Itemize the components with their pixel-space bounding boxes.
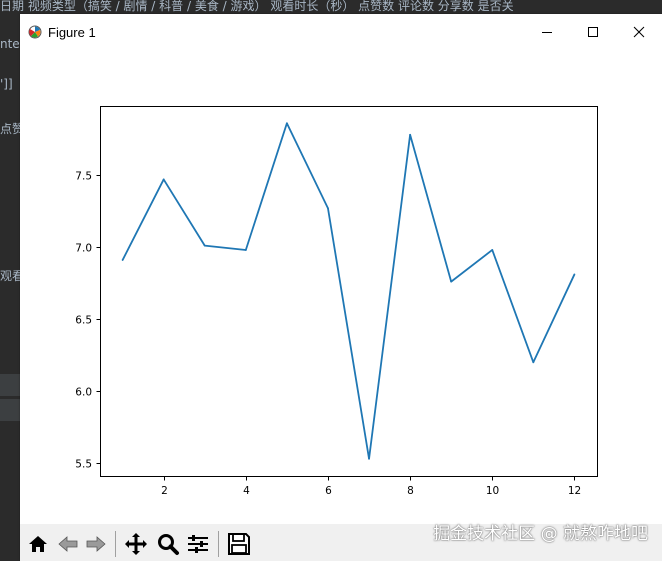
- line-chart: 2 4 6 8 10 12 5.5 6.0 6.5 7.0 7.5: [75, 106, 598, 497]
- x-tick-label: 12: [568, 485, 581, 497]
- watermark: 掘金技术社区 @ 就熬咋地吧: [433, 524, 648, 544]
- toolbar-separator: [218, 531, 219, 557]
- data-point: [203, 244, 206, 247]
- y-axis: 5.5 6.0 6.5 7.0 7.5: [75, 171, 101, 471]
- series-group: [121, 122, 576, 460]
- zoom-button[interactable]: [154, 531, 182, 557]
- close-icon: [633, 26, 645, 38]
- background-highlight-block: [0, 399, 20, 421]
- data-point: [491, 249, 494, 251]
- x-tick-label: 6: [325, 485, 332, 497]
- y-tick-label: 6.5: [75, 315, 92, 327]
- y-tick-label: 6.0: [75, 387, 92, 399]
- background-code-fragment: nte: [0, 37, 20, 51]
- y-tick-label: 7.5: [75, 171, 92, 183]
- save-button[interactable]: [225, 531, 253, 557]
- data-point: [162, 178, 165, 181]
- minimize-icon: [542, 32, 552, 33]
- data-point: [327, 207, 329, 210]
- data-point: [285, 122, 288, 125]
- x-tick-label: 2: [161, 485, 168, 497]
- magnifier-icon: [158, 534, 179, 555]
- background-highlight-block: [0, 374, 20, 396]
- floppy-disk-icon: [228, 533, 250, 555]
- background-code-fragment: ']]: [0, 77, 13, 91]
- y-tick-label: 5.5: [75, 459, 92, 471]
- series-line: [121, 122, 576, 460]
- data-point: [244, 249, 247, 251]
- minimize-button[interactable]: [524, 14, 570, 50]
- figure-window: Figure 1 2 4 6 8 10 12 5.5 6.0 6.5 7.0 7.5: [20, 14, 662, 561]
- x-tick-label: 8: [407, 485, 414, 497]
- move-icon: [125, 533, 147, 555]
- back-button[interactable]: [54, 531, 82, 557]
- arrow-right-icon: [86, 536, 106, 552]
- background-code-fragment: 观看时: [0, 269, 20, 283]
- matplotlib-logo-icon: [28, 25, 42, 39]
- toolbar-separator: [115, 531, 116, 557]
- data-point: [573, 273, 576, 276]
- window-title: Figure 1: [48, 25, 96, 40]
- close-button[interactable]: [616, 14, 662, 50]
- plot-canvas[interactable]: 2 4 6 8 10 12 5.5 6.0 6.5 7.0 7.5: [20, 50, 662, 524]
- maximize-icon: [588, 27, 598, 37]
- axes-frame: [100, 106, 598, 477]
- y-tick-label: 7.0: [75, 243, 92, 255]
- configure-subplots-button[interactable]: [184, 531, 212, 557]
- data-point: [121, 259, 124, 261]
- arrow-left-icon: [58, 536, 78, 552]
- data-point: [532, 361, 535, 364]
- background-code-fragment: 点赞数: [0, 122, 20, 136]
- pan-button[interactable]: [122, 531, 150, 557]
- forward-button[interactable]: [82, 531, 110, 557]
- data-point: [450, 280, 453, 283]
- home-button[interactable]: [24, 531, 52, 557]
- data-point: [368, 457, 370, 460]
- x-tick-label: 4: [243, 485, 250, 497]
- sliders-icon: [188, 535, 208, 553]
- window-titlebar[interactable]: Figure 1: [20, 14, 662, 50]
- home-icon: [29, 536, 47, 552]
- maximize-button[interactable]: [570, 14, 616, 50]
- x-axis: 2 4 6 8 10 12: [161, 476, 581, 497]
- x-tick-label: 10: [486, 485, 499, 497]
- data-point: [409, 133, 412, 136]
